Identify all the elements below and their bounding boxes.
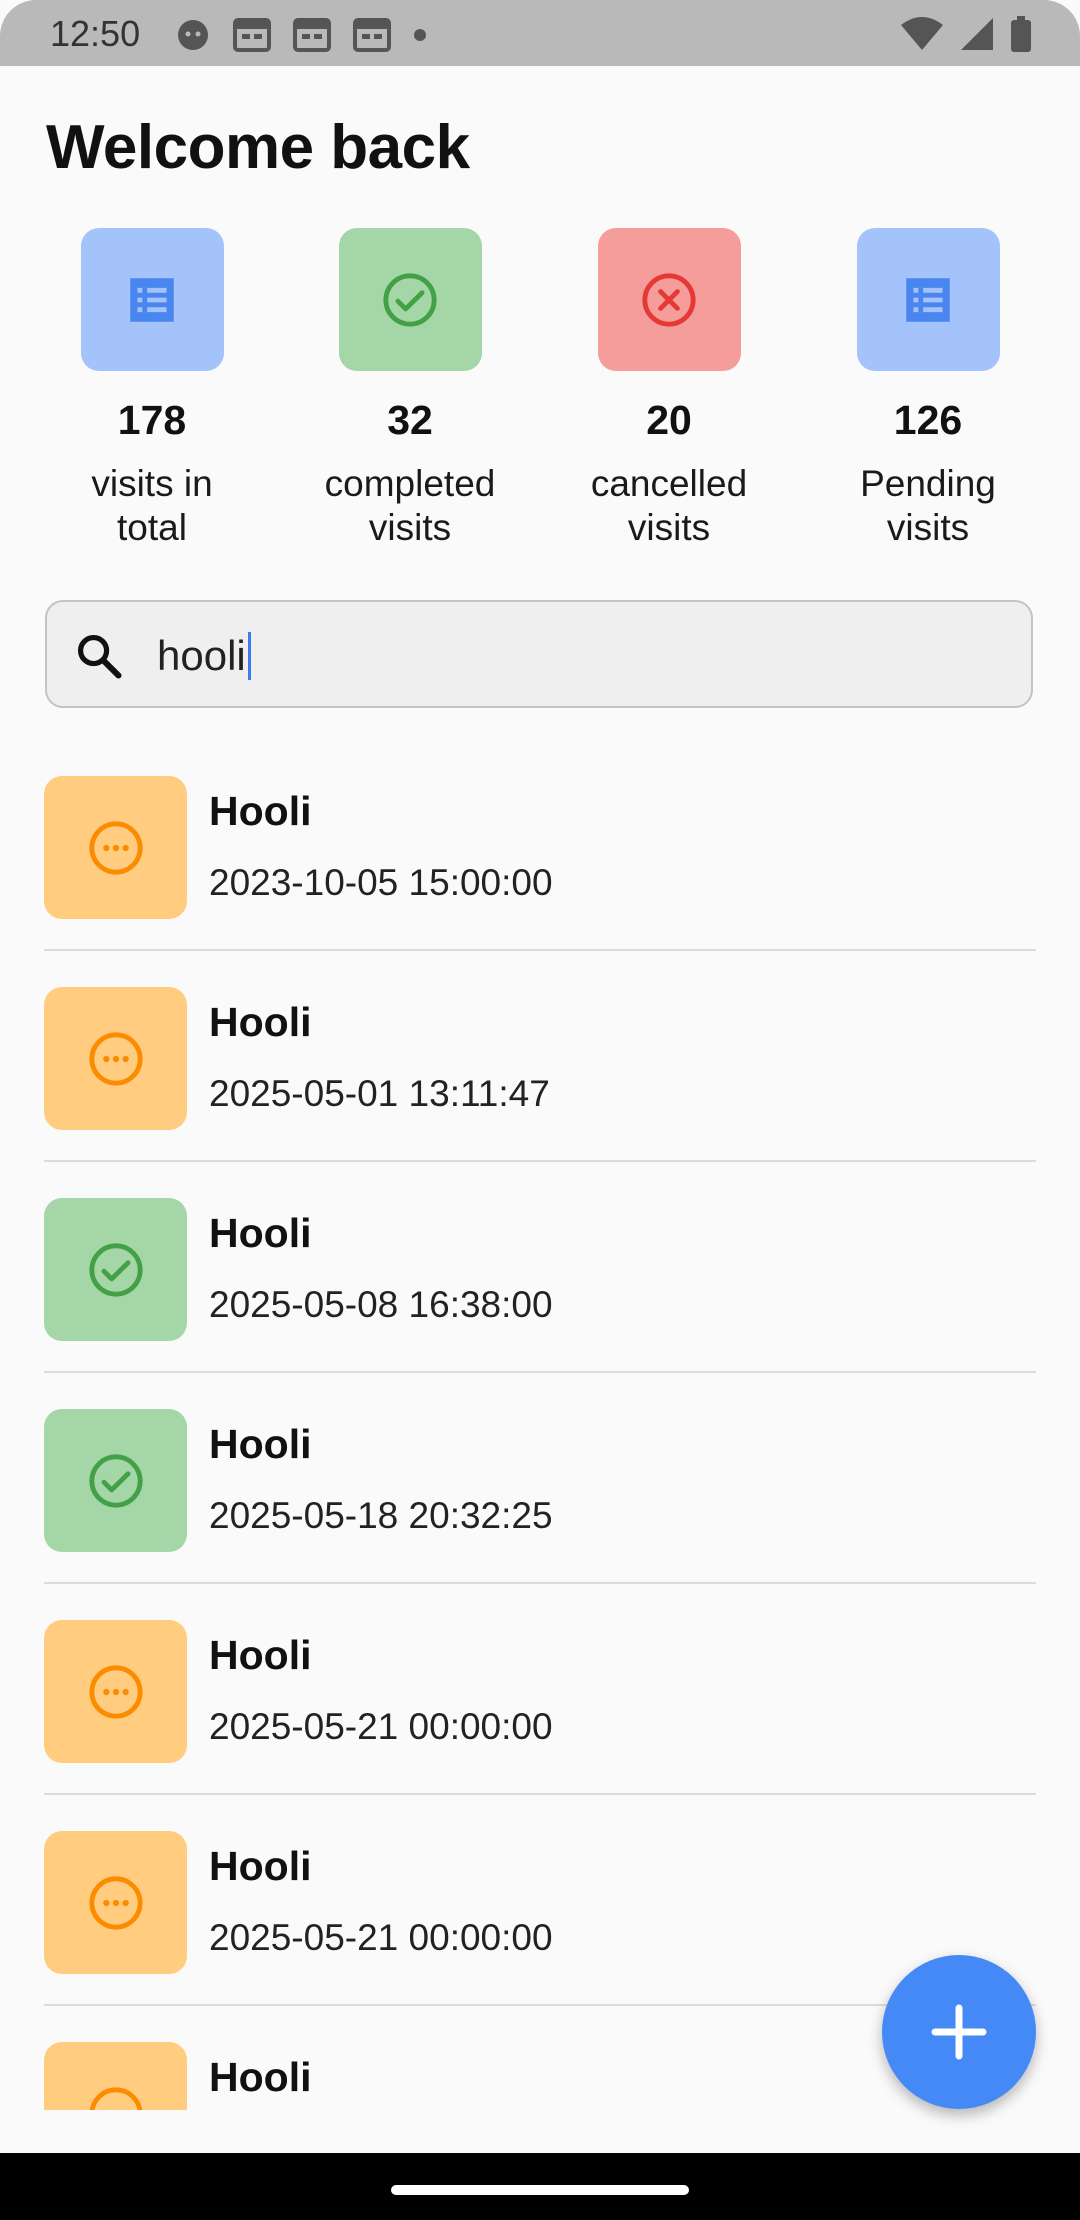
status-icon-box xyxy=(44,1620,187,1763)
visit-title: Hooli xyxy=(209,999,312,1045)
stat-completed-visits: 32 completed visits xyxy=(290,228,530,550)
visit-title: Hooli xyxy=(209,1421,312,1467)
add-visit-button[interactable] xyxy=(882,1955,1036,2109)
stat-icon-box xyxy=(338,228,482,371)
stat-value: 32 xyxy=(387,397,433,443)
visit-datetime: 2025-05-21 00:00:00 xyxy=(209,1917,553,1958)
list-icon xyxy=(130,277,174,322)
more-horiz-circle-icon xyxy=(88,1031,143,1086)
dot-icon xyxy=(414,29,426,41)
stat-cancelled-visits: 20 cancelled visits xyxy=(549,228,789,550)
visit-title: Hooli xyxy=(209,2054,312,2100)
status-icon-box xyxy=(44,2042,187,2110)
wifi-icon xyxy=(901,17,943,50)
calendar-icon xyxy=(233,18,271,52)
stat-icon-box xyxy=(80,228,224,371)
stat-total-visits: 178 visits in total xyxy=(32,228,272,550)
visit-list[interactable]: Hooli 2023-10-05 15:00:00 Hooli 2025-05-… xyxy=(0,740,1080,2110)
visit-datetime: 2025-05-21 00:00:00 xyxy=(209,1706,553,1747)
more-horiz-circle-icon xyxy=(88,820,143,875)
visit-title: Hooli xyxy=(209,788,312,834)
list-item[interactable]: Hooli 2025-05-18 20:32:25 xyxy=(0,1373,1080,1584)
search-input[interactable]: hooli xyxy=(45,600,1033,708)
status-icon-box xyxy=(44,1409,187,1552)
check-circle-icon xyxy=(88,1453,143,1508)
stat-value: 126 xyxy=(893,397,963,443)
signal-icon xyxy=(961,18,993,50)
visit-title: Hooli xyxy=(209,1843,312,1889)
list-item[interactable]: Hooli 2025-05-08 16:38:00 xyxy=(0,1162,1080,1373)
stat-label: cancelled visits xyxy=(590,463,748,548)
list-item[interactable]: Hooli 2023-10-05 15:00:00 xyxy=(0,740,1080,951)
stat-label: visits in total xyxy=(91,463,213,548)
stat-value: 178 xyxy=(117,397,187,443)
visit-datetime: 2023-10-05 15:00:00 xyxy=(209,862,553,903)
visit-datetime: 2025-05-08 16:38:00 xyxy=(209,1284,553,1325)
status-icon-box xyxy=(44,1198,187,1341)
calendar-icon xyxy=(293,18,331,52)
cancel-circle-icon xyxy=(642,272,696,327)
visit-title: Hooli xyxy=(209,1632,312,1678)
android-debug-icon xyxy=(178,20,208,50)
stat-label: Pending visits xyxy=(860,463,996,548)
visit-datetime: 2025-05-18 20:32:25 xyxy=(209,1495,553,1536)
stat-value: 20 xyxy=(646,397,692,443)
stat-icon-box xyxy=(597,228,741,371)
status-icon-box xyxy=(44,1831,187,1974)
home-handle[interactable] xyxy=(391,2185,689,2195)
stat-pending-visits: 126 Pending visits xyxy=(808,228,1048,550)
system-icons xyxy=(900,16,1032,52)
page-title: Welcome back xyxy=(46,113,470,182)
notification-icons xyxy=(175,17,427,53)
plus-icon xyxy=(931,2004,987,2060)
calendar-icon xyxy=(353,18,391,52)
visit-datetime: 2025-05-01 13:11:47 xyxy=(209,1073,550,1114)
more-horiz-circle-icon xyxy=(89,2086,142,2110)
status-time: 12:50 xyxy=(50,13,141,54)
more-horiz-circle-icon xyxy=(88,1664,143,1719)
more-horiz-circle-icon xyxy=(88,1875,143,1930)
list-icon xyxy=(906,277,950,322)
search-icon xyxy=(77,634,122,679)
search-query[interactable]: hooli xyxy=(157,632,251,680)
status-bar: 12:50 xyxy=(0,0,1080,66)
battery-icon xyxy=(1011,16,1031,52)
stat-label: completed visits xyxy=(324,463,496,548)
list-item[interactable]: Hooli 2025-05-21 00:00:00 xyxy=(0,1584,1080,1795)
stat-icon-box xyxy=(856,228,1000,371)
visit-stats: 178 visits in total 32 completed visits 20… xyxy=(0,228,1080,568)
list-item[interactable]: Hooli 2025-05-01 13:11:47 xyxy=(0,951,1080,1162)
visit-title: Hooli xyxy=(209,1210,312,1256)
check-circle-icon xyxy=(383,272,437,327)
status-icon-box xyxy=(44,987,187,1130)
status-icon-box xyxy=(44,776,187,919)
check-circle-icon xyxy=(88,1242,143,1297)
